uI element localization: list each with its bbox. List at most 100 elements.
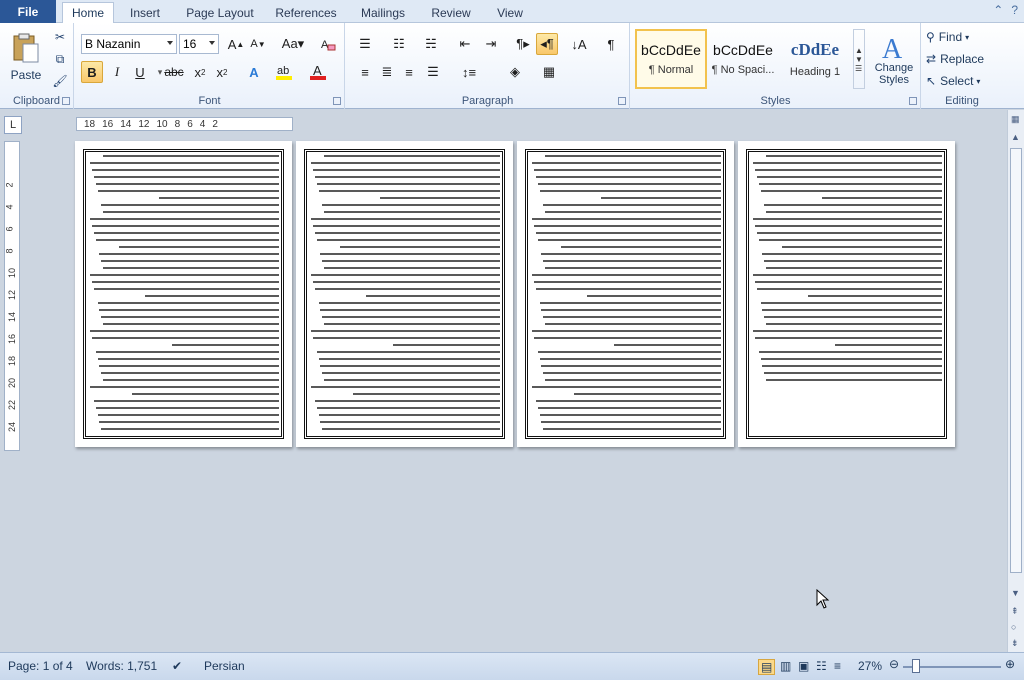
superscript-button[interactable]: x2 xyxy=(211,61,233,83)
vertical-ruler[interactable]: 2 4 6 8 10 12 14 16 18 20 22 24 xyxy=(4,141,20,451)
align-right-button[interactable]: ≡ xyxy=(398,61,420,83)
next-page-icon[interactable]: ⇟ xyxy=(1011,638,1019,649)
view-ruler-icon[interactable]: ▦ xyxy=(1011,114,1020,125)
help-icon[interactable]: ? xyxy=(1011,3,1018,17)
document-page-2[interactable] xyxy=(296,141,513,447)
style-normal[interactable]: bCcDdEe ¶ Normal xyxy=(635,29,707,89)
strikethrough-button[interactable]: abc xyxy=(163,61,185,83)
language-indicator[interactable]: Persian xyxy=(204,659,245,673)
print-layout-view-icon[interactable]: ▤ xyxy=(758,659,776,675)
change-case-button[interactable]: Aa▾ xyxy=(279,33,307,55)
find-button[interactable]: ⚲ Find ▾ xyxy=(926,27,969,47)
highlight-button[interactable]: ab xyxy=(273,61,295,83)
style-sample: bCcDdEe xyxy=(641,42,701,58)
paste-button[interactable]: Paste xyxy=(6,29,46,85)
numbering-button[interactable]: ☷ xyxy=(388,33,410,55)
decrease-indent-button[interactable]: ⇤ xyxy=(454,33,476,55)
cut-icon[interactable]: ✂ xyxy=(52,29,68,45)
text-line xyxy=(320,253,500,255)
tab-mailings[interactable]: Mailings xyxy=(352,3,414,23)
paragraph-launcher-icon[interactable] xyxy=(618,97,626,105)
multilevel-list-button[interactable]: ☵ xyxy=(420,33,442,55)
tab-home[interactable]: Home xyxy=(62,2,114,23)
styles-label: Styles xyxy=(760,95,791,107)
page-count[interactable]: Page: 1 of 4 xyxy=(8,659,73,673)
style-no-spacing[interactable]: bCcDdEe ¶ No Spaci... xyxy=(707,29,779,89)
italic-button[interactable]: I xyxy=(106,61,128,83)
text-line xyxy=(393,344,500,346)
file-tab[interactable]: File xyxy=(0,0,56,23)
scroll-thumb[interactable] xyxy=(1010,148,1022,573)
copy-icon[interactable]: ⧉ xyxy=(52,51,68,67)
text-line xyxy=(322,260,500,262)
font-size-dropdown[interactable]: 16 xyxy=(179,34,219,54)
svg-text:ab: ab xyxy=(277,65,289,77)
tab-view[interactable]: View xyxy=(490,3,530,23)
align-left-button[interactable]: ≡ xyxy=(354,61,376,83)
web-layout-icon[interactable]: ▣ xyxy=(798,659,809,673)
tab-page-layout[interactable]: Page Layout xyxy=(182,3,258,23)
tab-review[interactable]: Review xyxy=(424,3,478,23)
justify-button[interactable]: ☰ xyxy=(422,61,444,83)
tab-insert[interactable]: Insert xyxy=(122,3,168,23)
horizontal-ruler[interactable]: 18 16 14 12 10 8 6 4 2 xyxy=(76,117,293,131)
select-browse-object-icon[interactable]: ○ xyxy=(1011,622,1016,632)
font-name-dropdown[interactable]: B Nazanin xyxy=(81,34,177,54)
clipboard-launcher-icon[interactable] xyxy=(62,97,70,105)
increase-indent-button[interactable]: ⇥ xyxy=(480,33,502,55)
shrink-font-button[interactable]: A ▼ xyxy=(247,33,269,55)
outline-view-icon[interactable]: ☷ xyxy=(816,659,827,673)
grow-font-button[interactable]: A ▲ xyxy=(225,33,247,55)
align-center-button[interactable]: ≣ xyxy=(376,61,398,83)
text-line xyxy=(314,400,500,402)
zoom-out-icon[interactable]: ⊖ xyxy=(889,657,899,671)
text-line xyxy=(756,288,942,290)
format-painter-icon[interactable]: 🖌 xyxy=(52,73,68,89)
shading-button[interactable]: ◈ xyxy=(504,61,526,83)
underline-button[interactable]: U xyxy=(129,61,151,83)
paragraph-label: Paragraph xyxy=(461,95,514,107)
subscript-button[interactable]: x2 xyxy=(189,61,211,83)
borders-button[interactable]: ▦ xyxy=(538,61,560,83)
scroll-down-icon[interactable]: ▼ xyxy=(1011,588,1020,598)
select-button[interactable]: ↖ Select ▾ xyxy=(926,71,980,91)
bold-button[interactable]: B xyxy=(81,61,103,83)
text-effects-button[interactable]: A xyxy=(243,61,265,83)
zoom-level[interactable]: 27% xyxy=(858,659,882,673)
text-line xyxy=(93,176,279,178)
ruler-tick: 20 xyxy=(7,377,18,389)
scroll-up-icon[interactable]: ▲ xyxy=(1011,132,1020,142)
text-line xyxy=(312,337,500,339)
styles-scroll-icon[interactable]: ▲ ▼ ☰ xyxy=(853,29,865,89)
previous-page-icon[interactable]: ⇞ xyxy=(1011,606,1019,617)
tab-selector-icon[interactable]: L xyxy=(4,116,22,134)
line-spacing-button[interactable]: ↕≡ xyxy=(458,61,480,83)
tab-references[interactable]: References xyxy=(270,3,342,23)
full-screen-reading-icon[interactable]: ▥ xyxy=(780,659,791,673)
font-group: B Nazanin 16 A ▲ A ▼ Aa▾ A B I U ▾ abc x2 … xyxy=(75,23,345,109)
document-page-4[interactable] xyxy=(738,141,955,447)
bullets-button[interactable]: ☰ xyxy=(354,33,376,55)
minimize-ribbon-icon[interactable]: ⌃ xyxy=(993,3,1003,17)
style-heading-1[interactable]: cDdEe Heading 1 xyxy=(779,29,851,89)
rtl-button[interactable]: ◂¶ xyxy=(536,33,558,55)
clear-formatting-button[interactable]: A xyxy=(317,33,339,55)
document-page-1[interactable] xyxy=(75,141,292,447)
font-color-button[interactable]: A xyxy=(307,61,329,83)
replace-button[interactable]: ⇄ Replace xyxy=(926,49,984,69)
styles-launcher-icon[interactable] xyxy=(909,97,917,105)
vertical-scrollbar[interactable]: ▦ ▲ ▼ ⇞ ○ ⇟ xyxy=(1007,110,1024,652)
font-launcher-icon[interactable] xyxy=(333,97,341,105)
change-styles-button[interactable]: A Change Styles xyxy=(869,27,919,91)
ltr-button[interactable]: ¶▸ xyxy=(512,33,534,55)
text-line xyxy=(533,281,721,283)
document-page-3[interactable] xyxy=(517,141,734,447)
zoom-in-icon[interactable]: ⊕ xyxy=(1005,657,1015,671)
show-marks-button[interactable]: ¶ xyxy=(600,33,622,55)
word-count[interactable]: Words: 1,751 xyxy=(86,659,157,673)
proofing-icon[interactable]: ✔ xyxy=(172,659,182,673)
sort-button[interactable]: ↓A xyxy=(568,33,590,55)
draft-view-icon[interactable]: ≡ xyxy=(834,659,841,673)
text-line xyxy=(537,407,721,409)
zoom-slider-knob[interactable] xyxy=(912,659,920,673)
